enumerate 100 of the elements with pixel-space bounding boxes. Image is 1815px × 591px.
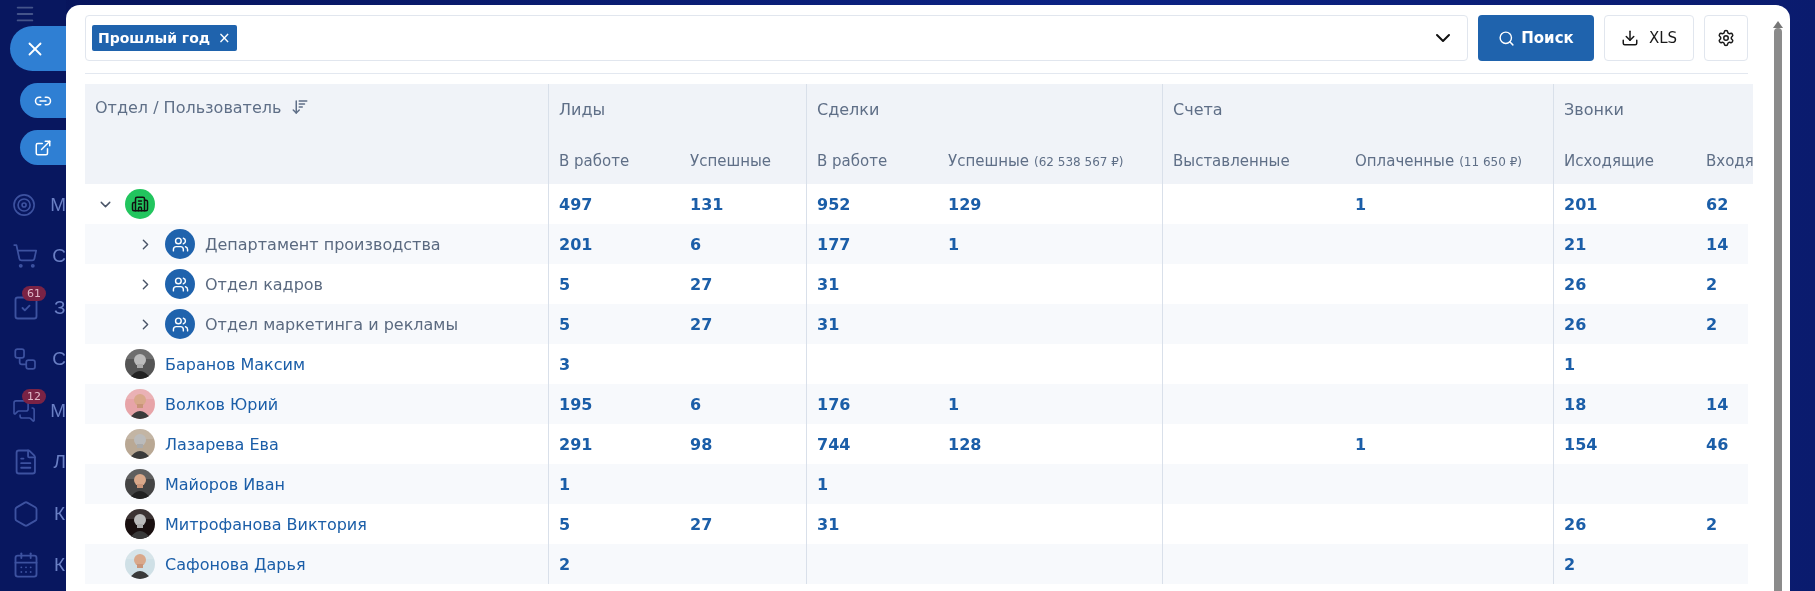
column-header[interactable]: Оплаченные (11 650 ₽) — [1345, 134, 1553, 184]
settings-icon — [1717, 29, 1735, 47]
count-link[interactable]: 177 — [817, 234, 851, 254]
users-icon — [165, 309, 195, 339]
count-link[interactable]: 176 — [817, 394, 851, 414]
user-link[interactable]: Баранов Максим — [165, 354, 306, 374]
column-header[interactable]: Исходящие — [1553, 134, 1696, 184]
count-link[interactable]: 26 — [1564, 274, 1587, 294]
count-link[interactable]: 5 — [559, 514, 571, 534]
nav-label[interactable]: М — [50, 193, 66, 216]
nav-label[interactable]: С — [52, 348, 66, 371]
count-link[interactable]: 98 — [690, 434, 713, 454]
count-link[interactable]: 5 — [559, 314, 571, 334]
count-link[interactable]: 1 — [948, 394, 960, 414]
remove-tag-button[interactable]: × — [218, 29, 231, 47]
department-name: Департамент производства — [205, 234, 441, 254]
count-link[interactable]: 744 — [817, 434, 851, 454]
column-header[interactable]: Входя — [1696, 134, 1753, 184]
count-link[interactable]: 131 — [690, 194, 724, 214]
count-link[interactable]: 1 — [559, 474, 571, 494]
count-link[interactable]: 2 — [1706, 274, 1718, 294]
count-link[interactable]: 31 — [817, 274, 840, 294]
count-link[interactable]: 6 — [690, 394, 702, 414]
count-link[interactable]: 21 — [1564, 234, 1587, 254]
count-link[interactable]: 1 — [1564, 354, 1576, 374]
count-link[interactable]: 2 — [559, 554, 571, 574]
users-icon — [165, 269, 195, 299]
count-link[interactable]: 1 — [1355, 194, 1367, 214]
count-badge: 61 — [22, 285, 46, 301]
count-link[interactable]: 62 — [1706, 194, 1729, 214]
column-header[interactable]: В работе — [548, 134, 680, 184]
count-link[interactable]: 201 — [1564, 194, 1598, 214]
count-link[interactable]: 18 — [1564, 394, 1587, 414]
count-link[interactable]: 2 — [1706, 514, 1718, 534]
user-link[interactable]: Сафонова Дарья — [165, 554, 306, 574]
external-link-button[interactable] — [20, 130, 66, 165]
count-link[interactable]: 27 — [690, 314, 713, 334]
group-header: Лиды — [548, 84, 806, 134]
count-badge: 12 — [22, 388, 46, 404]
count-link[interactable]: 46 — [1706, 434, 1729, 454]
nav-label[interactable]: С — [52, 245, 66, 268]
count-link[interactable]: 195 — [559, 394, 593, 414]
count-link[interactable]: 31 — [817, 314, 840, 334]
hexagon-icon[interactable] — [12, 499, 40, 528]
count-link[interactable]: 27 — [690, 274, 713, 294]
count-link[interactable]: 27 — [690, 514, 713, 534]
column-header[interactable]: В работе — [806, 134, 938, 184]
building-icon — [125, 189, 155, 219]
department-name: Отдел кадров — [205, 274, 324, 294]
count-link[interactable]: 26 — [1564, 514, 1587, 534]
column-header[interactable]: Успешные — [680, 134, 806, 184]
users-icon — [165, 229, 195, 259]
count-link[interactable]: 1 — [1355, 434, 1367, 454]
user-link[interactable]: Лазарева Ева — [165, 434, 279, 454]
count-link[interactable]: 2 — [1564, 554, 1576, 574]
settings-button[interactable] — [1704, 15, 1748, 61]
close-button[interactable] — [10, 26, 66, 71]
count-link[interactable]: 3 — [559, 354, 571, 374]
cart-icon[interactable] — [12, 242, 39, 271]
column-header[interactable]: Выставленные — [1162, 134, 1345, 184]
group-header: Звонки — [1553, 84, 1753, 134]
scrollbar-thumb[interactable] — [1774, 28, 1782, 591]
external-link-icon — [34, 138, 52, 157]
nav-label[interactable]: З — [54, 296, 66, 319]
user-link[interactable]: Майоров Иван — [165, 474, 285, 494]
count-link[interactable]: 31 — [817, 514, 840, 534]
count-link[interactable]: 26 — [1564, 314, 1587, 334]
count-link[interactable]: 497 — [559, 194, 593, 214]
nav-label[interactable]: М — [50, 399, 66, 422]
count-link[interactable]: 14 — [1706, 234, 1729, 254]
count-link[interactable]: 14 — [1706, 394, 1729, 414]
link-button[interactable] — [20, 83, 66, 118]
count-link[interactable]: 154 — [1564, 434, 1598, 454]
count-link[interactable]: 129 — [948, 194, 982, 214]
filter-field[interactable]: Прошлый год × — [85, 15, 1468, 61]
group-header: Счета — [1162, 84, 1553, 134]
user-link[interactable]: Волков Юрий — [165, 394, 279, 414]
count-link[interactable]: 952 — [817, 194, 851, 214]
nav-label[interactable]: К — [54, 554, 66, 577]
nav-label[interactable]: К — [54, 502, 66, 525]
filter-tag[interactable]: Прошлый год × — [92, 25, 237, 51]
count-link[interactable]: 5 — [559, 274, 571, 294]
export-button[interactable]: XLS — [1604, 15, 1694, 61]
count-link[interactable]: 6 — [690, 234, 702, 254]
count-link[interactable]: 1 — [817, 474, 829, 494]
count-link[interactable]: 291 — [559, 434, 593, 454]
user-link[interactable]: Митрофанова Виктория — [165, 514, 367, 534]
column-header[interactable]: Отдел / Пользователь — [95, 98, 282, 117]
search-button[interactable]: Поиск — [1478, 15, 1594, 61]
group-header: Сделки — [806, 84, 1162, 134]
count-link[interactable]: 1 — [948, 234, 960, 254]
column-header[interactable]: Успешные (62 538 567 ₽) — [938, 134, 1162, 184]
count-link[interactable]: 2 — [1706, 314, 1718, 334]
count-link[interactable]: 201 — [559, 234, 593, 254]
scroll-up-icon[interactable] — [1771, 19, 1785, 29]
nav-label[interactable]: Л — [53, 451, 66, 474]
count-link[interactable]: 128 — [948, 434, 982, 454]
calendar-icon[interactable] — [12, 551, 40, 580]
department-name: Отдел маркетинга и рекламы — [205, 314, 459, 334]
sort-icon[interactable] — [291, 98, 310, 116]
